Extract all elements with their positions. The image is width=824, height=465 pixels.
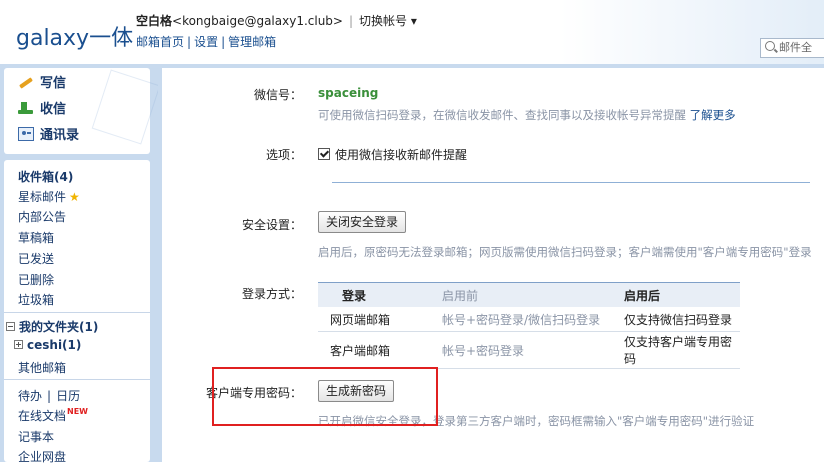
- sidebar-item-enterprise-disk[interactable]: 企业网盘: [18, 448, 66, 465]
- table-row: 网页端邮箱 帐号+密码登录/微信扫码登录 仅支持微信扫码登录: [318, 307, 740, 332]
- section-divider: [332, 182, 810, 183]
- sidebar-item-other-mailboxes[interactable]: 其他邮箱: [18, 359, 66, 376]
- sidebar-folders: 收件箱(4) 星标邮件 ★ 内部公告 草稿箱 已发送 已删除 垃圾箱 我的文件夹(…: [4, 160, 150, 465]
- sidebar-item-spam[interactable]: 垃圾箱: [18, 291, 54, 308]
- learn-more-link[interactable]: 了解更多: [690, 108, 736, 122]
- sidebar-item-sent[interactable]: 已发送: [18, 250, 54, 267]
- collapse-icon[interactable]: [6, 322, 15, 331]
- wechat-notify-option[interactable]: 使用微信接收新邮件提醒: [318, 146, 467, 163]
- expand-icon[interactable]: [14, 340, 23, 349]
- sidebar-divider: [4, 379, 150, 380]
- logo[interactable]: galaxy一体: [16, 20, 133, 52]
- new-badge: NEW: [67, 407, 88, 416]
- sidebar-item-starred[interactable]: 星标邮件 ★: [18, 188, 80, 205]
- security-label: 安全设置：: [241, 218, 302, 232]
- header: galaxy一体 空白格<kongbaige@galaxy1.club> | 切换帐…: [0, 0, 824, 64]
- user-info: 空白格<kongbaige@galaxy1.club> | 切换帐号 ▾: [136, 12, 417, 29]
- sidebar-item-calendar[interactable]: 日历: [56, 389, 80, 403]
- sidebar-item-announcements[interactable]: 内部公告: [18, 208, 66, 225]
- table-cell: 帐号+密码登录: [441, 331, 623, 369]
- table-cell: 仅支持客户端专用密码: [623, 331, 740, 369]
- search-icon: [765, 41, 775, 51]
- table-header: 登录: [318, 282, 441, 307]
- option-label: 选项：: [265, 148, 302, 162]
- sidebar-item-drafts[interactable]: 草稿箱: [18, 229, 54, 246]
- header-separator: |: [348, 14, 354, 28]
- table-cell: 仅支持微信扫码登录: [623, 307, 740, 332]
- disable-secure-login-button[interactable]: 关闭安全登录: [318, 211, 406, 233]
- caret-down-icon: ▾: [407, 14, 417, 28]
- search-placeholder: 邮件全: [779, 41, 812, 54]
- header-links: 邮箱首页 | 设置 | 管理邮箱: [136, 35, 277, 49]
- compose-button[interactable]: 写信: [18, 74, 66, 94]
- table-cell: 网页端邮箱: [318, 307, 441, 332]
- table-cell: 帐号+密码登录/微信扫码登录: [441, 307, 623, 332]
- login-method-label: 登录方式：: [241, 287, 302, 301]
- switch-account-link[interactable]: 切换帐号 ▾: [359, 14, 417, 28]
- star-icon: ★: [69, 190, 80, 204]
- wechat-label: 微信号：: [253, 88, 302, 102]
- user-email: <kongbaige@galaxy1.club>: [172, 14, 343, 28]
- wechat-id: spaceing: [318, 86, 379, 100]
- contacts-icon: [18, 127, 34, 141]
- highlight-box: [212, 367, 438, 426]
- sidebar-divider: [4, 312, 150, 313]
- user-name: 空白格: [136, 14, 173, 28]
- wechat-hint: 可使用微信扫码登录，在微信收发邮件、查找同事以及接收帐号异常提醒 了解更多: [318, 108, 736, 122]
- receive-button[interactable]: 收信: [18, 100, 66, 120]
- table-header: 启用后: [623, 282, 740, 307]
- sidebar-item-online-docs[interactable]: 在线文档NEW: [18, 407, 88, 424]
- sidebar-item-todo[interactable]: 待办: [18, 389, 42, 403]
- login-method-table: 登录 启用前 启用后 网页端邮箱 帐号+密码登录/微信扫码登录 仅支持微信扫码登…: [318, 282, 740, 369]
- contacts-button[interactable]: 通讯录: [18, 126, 79, 146]
- sidebar-actions: 写信 收信 通讯录: [4, 68, 161, 154]
- pencil-icon: [18, 75, 34, 89]
- table-row: 客户端邮箱 帐号+密码登录 仅支持客户端专用密码: [318, 331, 740, 369]
- settings-link[interactable]: 设置: [194, 35, 218, 49]
- inbox-download-icon: [18, 101, 34, 115]
- sidebar-item-ceshi[interactable]: ceshi(1): [14, 338, 81, 352]
- sidebar-item-deleted[interactable]: 已删除: [18, 271, 54, 288]
- wechat-notify-checkbox[interactable]: [318, 148, 330, 160]
- search-input[interactable]: 邮件全: [760, 38, 824, 58]
- table-cell: 客户端邮箱: [318, 331, 441, 369]
- wechat-notify-label: 使用微信接收新邮件提醒: [335, 148, 468, 162]
- sidebar-item-notes[interactable]: 记事本: [18, 428, 54, 445]
- mail-home-link[interactable]: 邮箱首页: [136, 35, 184, 49]
- manage-mailbox-link[interactable]: 管理邮箱: [228, 35, 276, 49]
- sidebar-item-inbox[interactable]: 收件箱(4): [18, 168, 73, 185]
- sidebar-item-my-folders[interactable]: 我的文件夹(1): [6, 318, 98, 335]
- security-hint: 启用后，原密码无法登录邮箱；网页版需使用微信扫码登录；客户端需使用"客户端专用密…: [318, 245, 812, 259]
- table-header-row: 登录 启用前 启用后: [318, 282, 740, 307]
- table-header: 启用前: [441, 282, 623, 307]
- sidebar-todo-calendar: 待办 | 日历: [18, 389, 81, 403]
